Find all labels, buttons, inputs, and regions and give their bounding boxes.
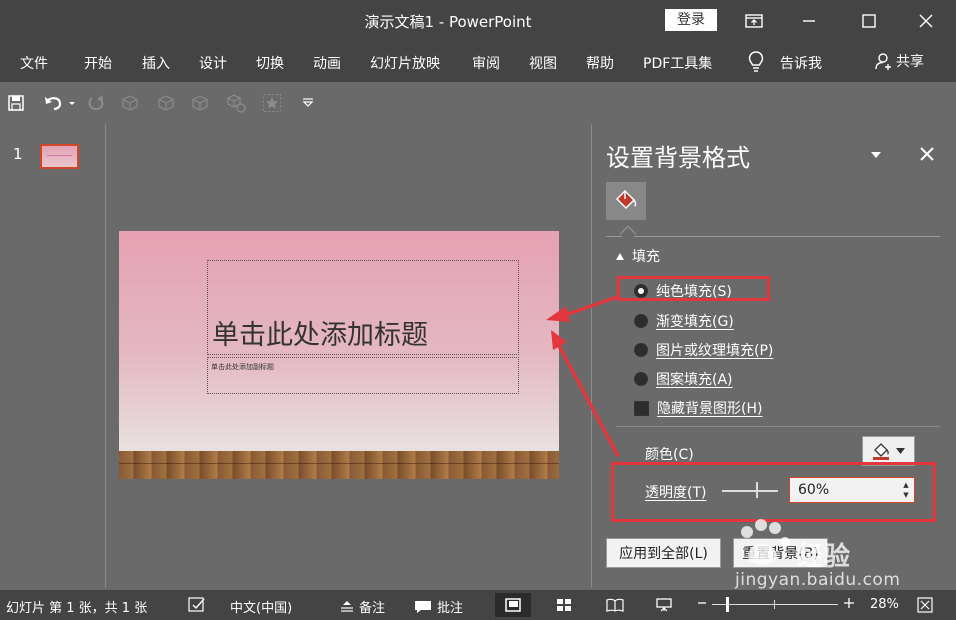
zoom-slider-track[interactable]	[712, 604, 838, 605]
slide-sorter-view-icon[interactable]	[546, 593, 582, 617]
notes-button[interactable]: 备注	[340, 597, 385, 616]
zoom-slider-thumb[interactable]	[726, 597, 729, 612]
zoom-out-icon[interactable]	[697, 596, 707, 610]
notes-icon	[341, 600, 353, 612]
slideshow-view-icon[interactable]	[646, 593, 682, 617]
watermark-brand: 经验	[797, 542, 852, 572]
fit-to-window-icon[interactable]	[917, 597, 933, 613]
zoom-in-icon[interactable]	[843, 596, 855, 610]
language-status[interactable]: 中文(中国)	[230, 597, 292, 616]
comments-button[interactable]: 批注	[414, 597, 463, 616]
comments-label: 批注	[437, 601, 464, 616]
spelling-check-icon[interactable]	[188, 597, 206, 613]
normal-view-icon[interactable]	[495, 593, 531, 617]
zoom-slider-center-mark	[774, 600, 775, 609]
notes-label: 备注	[359, 601, 386, 616]
watermark-url: jingyan.baidu.com	[735, 570, 901, 590]
reading-view-icon[interactable]	[597, 593, 633, 617]
comment-icon	[415, 600, 431, 613]
baidu-jingyan-watermark: 经验 jingyan.baidu.com	[735, 518, 935, 598]
zoom-level[interactable]: 28%	[870, 597, 899, 612]
slide-count-status: 幻灯片 第 1 张，共 1 张	[6, 601, 148, 616]
